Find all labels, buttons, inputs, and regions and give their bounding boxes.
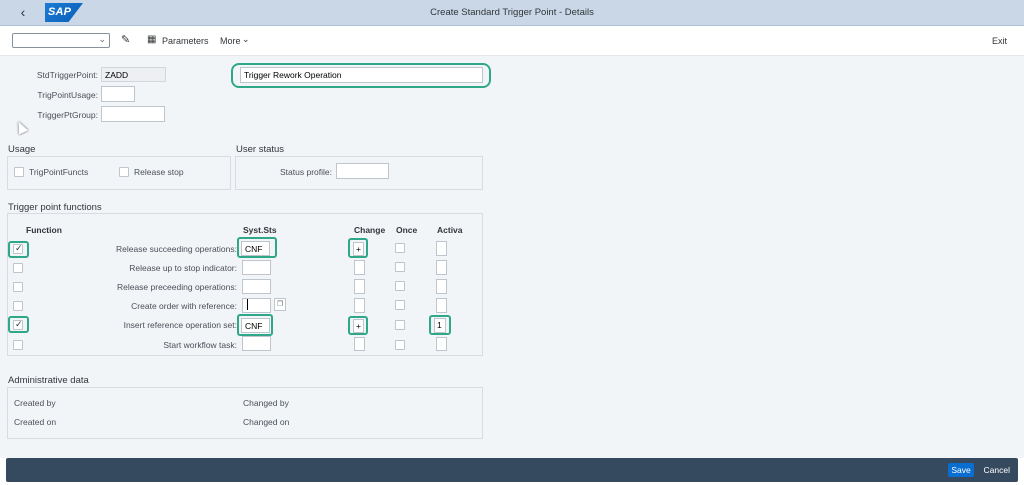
std-trigger-point-label: StdTriggerPoint:	[36, 70, 98, 80]
toolbar: ⌄ ✎ ▦ Parameters More ⌄ Exit	[0, 26, 1024, 56]
cancel-button[interactable]: Cancel	[984, 465, 1010, 475]
text-cursor	[247, 299, 248, 310]
more-chevron-icon: ⌄	[242, 34, 250, 44]
save-button[interactable]: Save	[948, 463, 974, 477]
function-checkbox[interactable]	[13, 319, 23, 330]
changed-on-label: Changed on	[243, 417, 290, 427]
status-profile-field[interactable]	[336, 163, 389, 179]
change-field[interactable]	[354, 279, 365, 294]
usage-title: Usage	[8, 144, 36, 155]
syst-sts-field[interactable]	[242, 260, 271, 275]
trigger-pt-group-field[interactable]	[101, 106, 165, 122]
admin-title: Administrative data	[8, 375, 89, 386]
function-checkbox[interactable]	[13, 263, 23, 273]
activa-field[interactable]: 1	[434, 318, 446, 333]
column-once: Once	[396, 225, 418, 235]
release-stop-checkbox[interactable]	[119, 167, 129, 177]
once-checkbox[interactable]	[395, 320, 405, 330]
change-field[interactable]: +	[353, 319, 364, 333]
more-button[interactable]: More	[220, 36, 241, 46]
status-profile-label: Status profile:	[280, 167, 332, 177]
exit-button[interactable]: Exit	[992, 36, 1007, 46]
syst-sts-field[interactable]: CNF	[241, 318, 270, 333]
function-checkbox[interactable]	[13, 282, 23, 292]
parameters-button[interactable]: Parameters	[162, 36, 209, 46]
function-label: Start workflow task:	[163, 340, 237, 350]
once-checkbox[interactable]	[395, 243, 405, 253]
activa-field[interactable]	[436, 260, 447, 275]
activa-field[interactable]	[436, 337, 447, 351]
function-checkbox[interactable]	[13, 243, 23, 254]
trig-point-functs-label: TrigPointFuncts	[29, 167, 89, 177]
column-activa: Activa	[437, 225, 463, 235]
function-checkbox[interactable]	[13, 340, 23, 350]
once-checkbox[interactable]	[395, 300, 405, 310]
admin-box	[7, 387, 483, 439]
description-field[interactable]: Trigger Rework Operation	[240, 67, 483, 83]
created-on-label: Created on	[14, 417, 57, 427]
trigger-functions-title: Trigger point functions	[8, 202, 102, 213]
column-change: Change	[354, 225, 386, 235]
activa-field[interactable]	[436, 279, 447, 294]
function-label: Create order with reference:	[131, 301, 237, 311]
function-label: Release preceeding operations:	[116, 282, 237, 292]
change-field[interactable]	[354, 260, 365, 275]
function-checkbox[interactable]	[13, 301, 23, 311]
syst-sts-field[interactable]	[242, 336, 271, 351]
once-checkbox[interactable]	[395, 340, 405, 350]
syst-sts-field[interactable]	[242, 279, 271, 294]
trigger-pt-group-label: TriggerPtGroup:	[37, 110, 98, 120]
function-label: Insert reference operation set:	[123, 320, 237, 330]
column-syst-sts: Syst.Sts	[243, 225, 277, 235]
chevron-down-icon: ⌄	[98, 34, 106, 44]
release-stop-label: Release stop	[134, 167, 184, 177]
activa-field[interactable]	[436, 298, 447, 313]
function-label: Release up to stop indicator:	[129, 263, 237, 273]
changed-by-label: Changed by	[243, 398, 289, 408]
parameters-icon[interactable]: ▦	[147, 34, 156, 46]
variant-select[interactable]: ⌄	[12, 33, 110, 48]
std-trigger-point-field: ZADD	[101, 67, 166, 82]
page-title: Create Standard Trigger Point - Details	[430, 7, 594, 18]
created-by-label: Created by	[14, 398, 56, 408]
once-checkbox[interactable]	[395, 262, 405, 272]
syst-sts-field[interactable]: CNF	[241, 241, 270, 256]
footer-bar: Save Cancel	[6, 458, 1018, 482]
function-label: Release succeeding operations:	[116, 244, 237, 254]
user-status-title: User status	[236, 144, 285, 155]
activa-field[interactable]	[436, 241, 447, 256]
trig-point-usage-label: TrigPointUsage:	[37, 90, 98, 100]
change-field[interactable]	[354, 298, 365, 313]
trig-point-functs-checkbox[interactable]	[14, 167, 24, 177]
change-field[interactable]	[354, 337, 365, 351]
trig-point-usage-field[interactable]	[101, 86, 135, 102]
column-function: Function	[26, 225, 62, 235]
change-field[interactable]: +	[353, 242, 364, 256]
edit-icon[interactable]: ✎	[121, 34, 130, 46]
value-help-icon[interactable]: ❐	[274, 298, 286, 311]
once-checkbox[interactable]	[395, 281, 405, 291]
shell-bar: ‹ SAP Create Standard Trigger Point - De…	[0, 0, 1024, 26]
